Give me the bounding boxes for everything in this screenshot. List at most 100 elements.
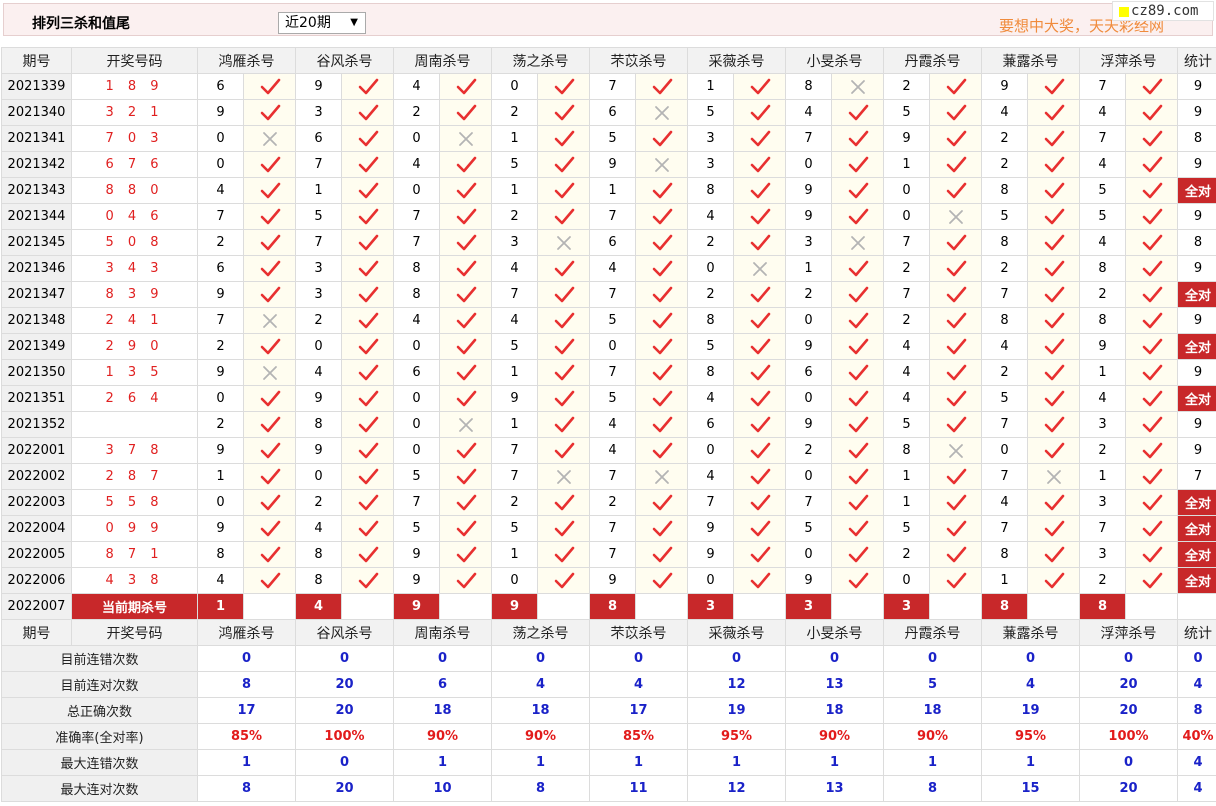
cross-icon — [654, 157, 669, 172]
kill-number: 0 — [295, 333, 342, 360]
draw-numbers: 7 0 3 — [71, 125, 198, 152]
period-select[interactable]: 近20期 ▼ — [278, 12, 366, 34]
kill-number: 2 — [883, 73, 930, 100]
site-badge[interactable]: cz89.com — [1112, 1, 1214, 21]
hit-mark — [733, 307, 786, 334]
check-icon — [946, 520, 966, 536]
check-icon — [456, 338, 476, 354]
miss-mark — [439, 411, 492, 438]
summary-value: 20 — [1079, 671, 1178, 698]
kill-number: 0 — [393, 177, 440, 204]
check-icon — [1044, 364, 1064, 380]
check-icon — [848, 572, 868, 588]
stat-count: 9 — [1177, 307, 1216, 334]
summary-stat: 0 — [1177, 645, 1216, 672]
check-icon — [554, 130, 574, 146]
check-icon — [1044, 494, 1064, 510]
check-icon — [358, 78, 378, 94]
table-row: 2021345 5 0 827736237848 — [1, 229, 1216, 256]
kill-number: 0 — [393, 125, 440, 152]
hit-mark — [537, 125, 590, 152]
miss-mark — [929, 437, 982, 464]
kill-number: 9 — [295, 385, 342, 412]
summary-value: 13 — [785, 775, 884, 802]
kill-number: 9 — [589, 567, 636, 594]
check-icon — [554, 260, 574, 276]
check-icon — [1142, 572, 1162, 588]
draw-numbers: 0 4 6 — [71, 203, 198, 230]
check-icon — [848, 468, 868, 484]
summary-value: 19 — [687, 697, 786, 724]
hit-mark — [439, 489, 492, 516]
kill-number: 2 — [687, 229, 734, 256]
hit-mark — [929, 541, 982, 568]
kill-number: 4 — [589, 437, 636, 464]
draw-numbers: 3 4 3 — [71, 255, 198, 282]
kill-number: 7 — [295, 229, 342, 256]
kill-number: 0 — [197, 489, 244, 516]
top-bar: 排列三杀和值尾 近20期 ▼ 要想中大奖，天天彩经网 — [3, 3, 1213, 36]
kill-number: 2 — [785, 281, 832, 308]
check-icon — [848, 104, 868, 120]
kill-number: 2 — [295, 307, 342, 334]
current-stat-blank — [1177, 593, 1216, 620]
hit-mark — [733, 359, 786, 386]
issue-number: 2021341 — [1, 125, 72, 152]
kill-number: 1 — [491, 125, 538, 152]
draw-numbers — [71, 411, 198, 438]
stat-count: 9 — [1177, 411, 1216, 438]
check-icon — [554, 78, 574, 94]
kill-number: 5 — [687, 99, 734, 126]
kill-number: 8 — [295, 541, 342, 568]
hit-mark — [537, 385, 590, 412]
hit-mark — [733, 385, 786, 412]
check-icon — [750, 546, 770, 562]
summary-value: 85% — [197, 723, 296, 750]
hit-mark — [929, 255, 982, 282]
col-header-expert: 浮萍杀号 — [1079, 619, 1178, 646]
hit-mark — [733, 151, 786, 178]
kill-number: 0 — [883, 177, 930, 204]
draw-numbers: 4 3 8 — [71, 567, 198, 594]
check-icon — [260, 234, 280, 250]
kill-number: 5 — [981, 203, 1028, 230]
kill-number: 7 — [393, 203, 440, 230]
col-header-expert: 采薇杀号 — [687, 47, 786, 74]
summary-value: 11 — [589, 775, 688, 802]
kill-number: 9 — [295, 437, 342, 464]
check-icon — [1142, 312, 1162, 328]
hit-mark — [537, 437, 590, 464]
check-icon — [848, 546, 868, 562]
check-icon — [456, 390, 476, 406]
kill-number: 4 — [1079, 229, 1126, 256]
kill-number: 2 — [491, 203, 538, 230]
check-icon — [358, 442, 378, 458]
hit-mark — [733, 177, 786, 204]
kill-number: 0 — [981, 437, 1028, 464]
kill-number: 1 — [883, 151, 930, 178]
col-header-expert: 鸿雁杀号 — [197, 619, 296, 646]
check-icon — [358, 572, 378, 588]
hit-mark — [1027, 99, 1080, 126]
check-icon — [456, 208, 476, 224]
check-icon — [1142, 156, 1162, 172]
summary-label: 准确率(全对率) — [1, 723, 198, 750]
hit-mark — [439, 151, 492, 178]
kill-number: 7 — [883, 281, 930, 308]
stat-count: 9 — [1177, 437, 1216, 464]
check-icon — [358, 156, 378, 172]
kill-number: 4 — [687, 463, 734, 490]
check-icon — [652, 338, 672, 354]
kill-number: 3 — [687, 125, 734, 152]
summary-value: 85% — [589, 723, 688, 750]
check-icon — [358, 364, 378, 380]
summary-value: 0 — [491, 645, 590, 672]
hit-mark — [1125, 307, 1178, 334]
summary-label: 最大连对次数 — [1, 775, 198, 802]
hit-mark — [1027, 73, 1080, 100]
kill-number: 3 — [687, 151, 734, 178]
col-header-expert: 芣苡杀号 — [589, 47, 688, 74]
check-icon — [260, 260, 280, 276]
kill-number: 0 — [785, 463, 832, 490]
col-header-expert: 小旻杀号 — [785, 47, 884, 74]
